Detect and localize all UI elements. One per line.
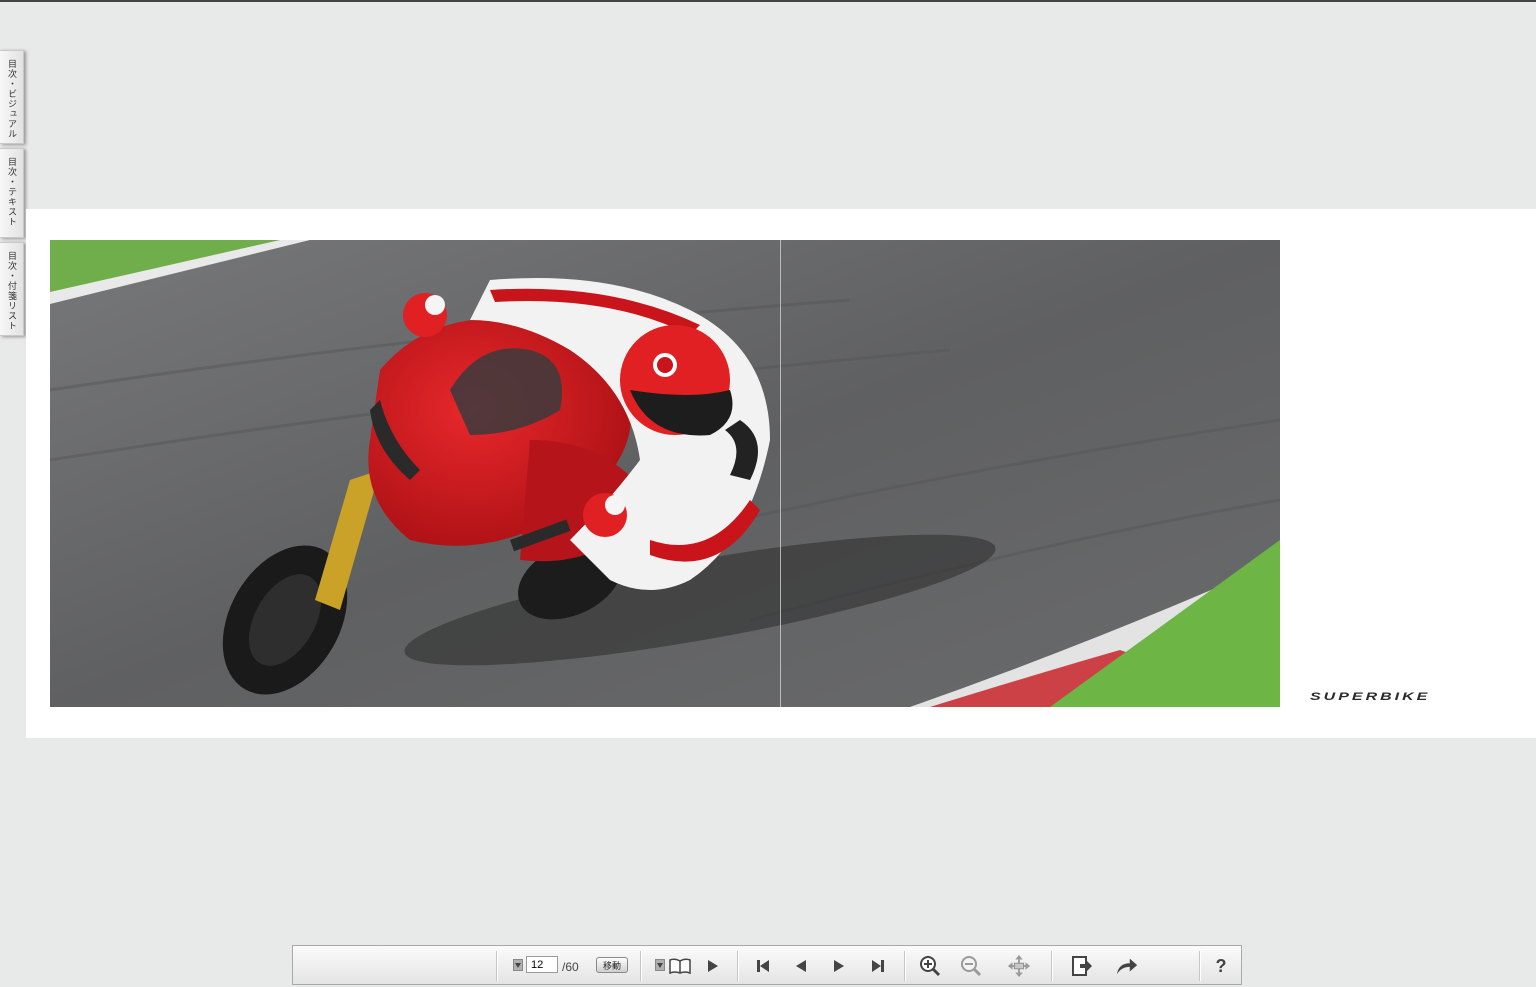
share-icon[interactable] [1115, 954, 1139, 978]
help-icon[interactable]: ? [1209, 954, 1233, 978]
toolbar-separator [1199, 951, 1201, 981]
first-page-icon[interactable] [751, 954, 775, 978]
exit-icon[interactable] [1070, 954, 1094, 978]
spread-gutter [780, 240, 781, 707]
prev-page-icon[interactable] [789, 954, 813, 978]
tab-toc-text[interactable]: 目次・テキスト [0, 148, 24, 238]
toolbar-separator [1051, 951, 1053, 981]
view-mode-dropdown[interactable] [655, 959, 665, 971]
page-number-input[interactable] [526, 956, 558, 973]
superbike-logo: SUPERBIKE [1310, 691, 1431, 703]
tab-toc-visual[interactable]: 目次・ビジュアル [0, 50, 24, 144]
zoom-in-icon[interactable] [918, 954, 942, 978]
book-view-icon[interactable] [668, 954, 692, 978]
page-total: /60 [562, 960, 579, 974]
toolbar-separator [496, 951, 498, 981]
tab-toc-visual-label: 目次・ビジュアル [6, 59, 16, 139]
motorcycle-illustration [50, 240, 1280, 707]
go-button[interactable]: 移動 [596, 957, 628, 973]
tab-toc-text-label: 目次・テキスト [6, 157, 16, 227]
toolbar-separator [640, 951, 642, 981]
pan-icon[interactable] [1007, 954, 1031, 978]
motorcycle-photo [50, 240, 1280, 707]
play-icon[interactable] [701, 954, 725, 978]
toolbar-separator [737, 951, 739, 981]
viewer-toolbar: /60 移動 ? [292, 945, 1242, 985]
next-page-icon[interactable] [827, 954, 851, 978]
toolbar-separator [904, 951, 906, 981]
tab-toc-sticky-list[interactable]: 目次・付箋リスト [0, 242, 24, 336]
window-top-border [0, 0, 1536, 2]
last-page-icon[interactable] [866, 954, 890, 978]
zoom-out-icon[interactable] [959, 954, 983, 978]
page-select-icon[interactable] [513, 959, 523, 971]
tab-toc-sticky-list-label: 目次・付箋リスト [6, 251, 16, 331]
page-spread[interactable]: SUPERBIKE [26, 209, 1536, 738]
